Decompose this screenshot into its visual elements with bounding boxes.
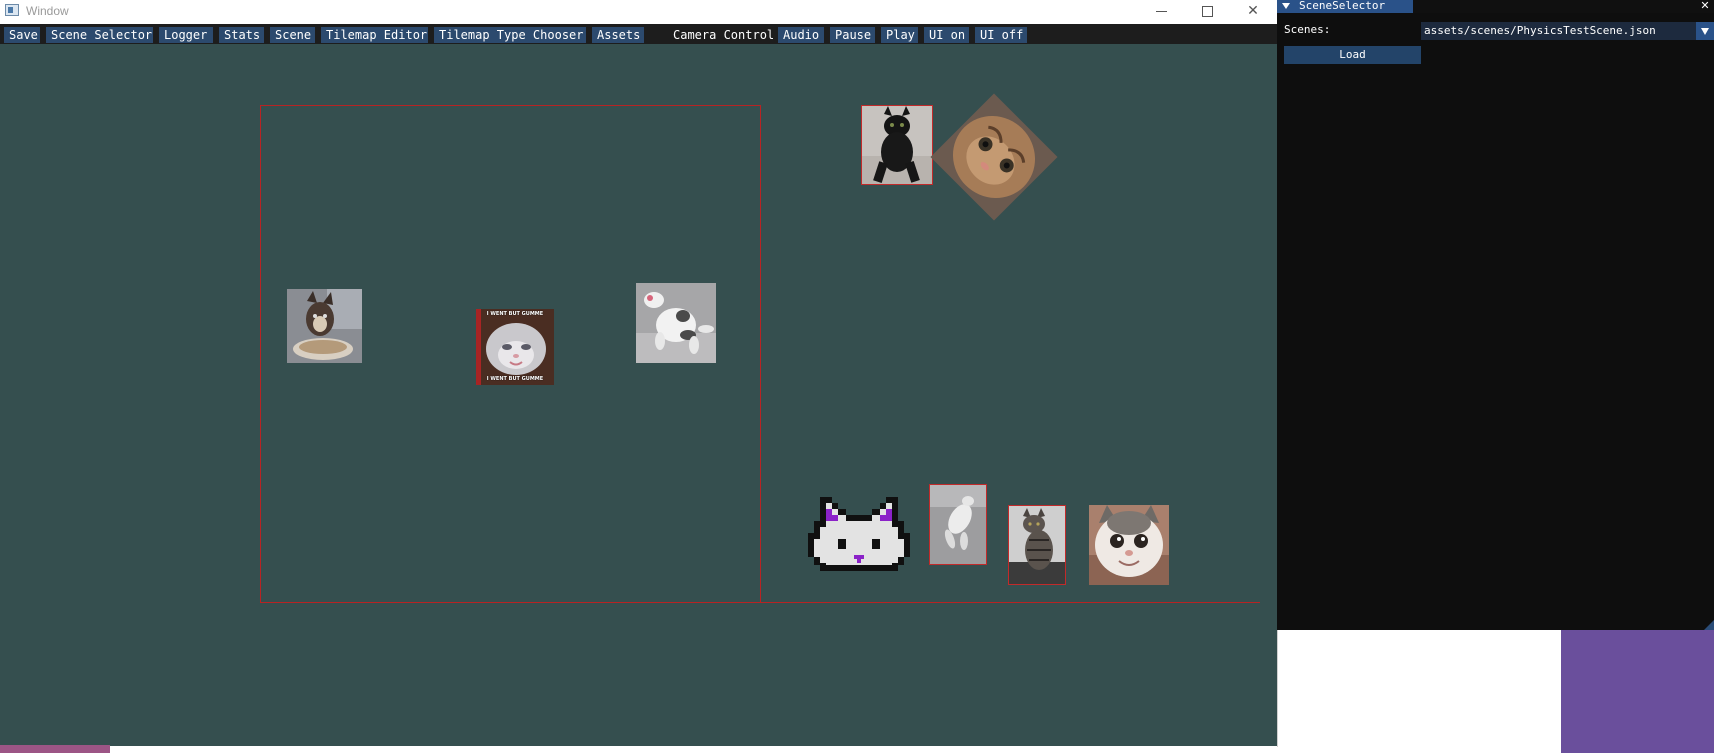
tabby-cat-sprite[interactable] xyxy=(1008,505,1066,585)
menu-assets-button[interactable]: Assets xyxy=(592,27,644,43)
menu-ui-off-button[interactable]: UI off xyxy=(975,27,1027,43)
menu-tilemap-editor-button[interactable]: Tilemap Editor xyxy=(321,27,428,43)
maximize-button[interactable] xyxy=(1184,0,1230,24)
dropdown-arrow-icon[interactable] xyxy=(1696,22,1714,40)
dancing-cat-sprite[interactable] xyxy=(636,283,716,363)
meme-caption-top: I WENT BUT GUMME xyxy=(486,311,544,317)
scene-selector-panel: SceneSelector ✕ Scenes: assets/scenes/Ph… xyxy=(1277,0,1714,630)
tilted-cat-closeup-sprite[interactable] xyxy=(930,93,1058,221)
maximize-icon xyxy=(1201,5,1213,17)
minimize-icon xyxy=(1155,10,1167,12)
scenes-dropdown-value: assets/scenes/PhysicsTestScene.json xyxy=(1424,24,1656,37)
jumping-cat-sprite[interactable] xyxy=(929,484,987,565)
menu-logger-button[interactable]: Logger xyxy=(159,27,213,43)
cat-plate-sprite[interactable] xyxy=(287,289,362,363)
close-button[interactable]: ✕ xyxy=(1230,0,1276,24)
minimize-button[interactable] xyxy=(1138,0,1184,24)
ground-collider-line xyxy=(760,602,1260,603)
menu-scene-button[interactable]: Scene xyxy=(270,27,315,43)
close-icon: ✕ xyxy=(1247,3,1259,19)
window-title: Window xyxy=(26,4,69,18)
game-viewport[interactable]: I WENT BUT GUMME I WENT BUT GUMME xyxy=(0,44,1277,746)
menu-bar: Save Scene Selector Logger Stats Scene T… xyxy=(0,24,1277,44)
menu-scene-selector-button[interactable]: Scene Selector xyxy=(46,27,153,43)
menu-audio-button[interactable]: Audio xyxy=(778,27,824,43)
menu-ui-on-button[interactable]: UI on xyxy=(924,27,969,43)
menu-camera-control-button[interactable]: Camera Control xyxy=(668,27,778,43)
scene-selector-tab[interactable]: SceneSelector xyxy=(1277,0,1413,13)
menu-play-button[interactable]: Play xyxy=(881,27,918,43)
taskbar-strip xyxy=(0,745,110,753)
menu-save-button[interactable]: Save xyxy=(4,27,40,43)
scene-selector-title: SceneSelector xyxy=(1299,0,1386,12)
smiling-cat-sprite[interactable] xyxy=(1089,505,1169,585)
background-purple-block xyxy=(1561,630,1714,753)
meme-caption-bottom: I WENT BUT GUMME xyxy=(486,376,544,382)
load-button[interactable]: Load xyxy=(1284,46,1421,64)
menu-stats-button[interactable]: Stats xyxy=(219,27,264,43)
app-window-icon xyxy=(5,4,19,16)
resize-grip-icon[interactable] xyxy=(1704,620,1714,630)
collapse-triangle-icon[interactable] xyxy=(1282,3,1290,9)
main-window: Window ✕ Save Scene Selector Logger Stat… xyxy=(0,0,1278,747)
title-bar[interactable]: Window ✕ xyxy=(0,0,1277,24)
menu-tilemap-type-chooser-button[interactable]: Tilemap Type Chooser xyxy=(434,27,586,43)
scenes-dropdown[interactable]: assets/scenes/PhysicsTestScene.json xyxy=(1421,22,1714,40)
scene-selector-close-icon[interactable]: ✕ xyxy=(1696,0,1714,13)
scenes-label: Scenes: xyxy=(1284,23,1331,36)
menu-pause-button[interactable]: Pause xyxy=(830,27,875,43)
pixel-cat-face-sprite[interactable] xyxy=(802,493,916,577)
scene-selector-title-bar[interactable]: SceneSelector ✕ xyxy=(1277,0,1714,13)
crying-kitten-meme-sprite[interactable]: I WENT BUT GUMME I WENT BUT GUMME xyxy=(476,309,554,385)
black-cat-sprite[interactable] xyxy=(861,105,933,185)
